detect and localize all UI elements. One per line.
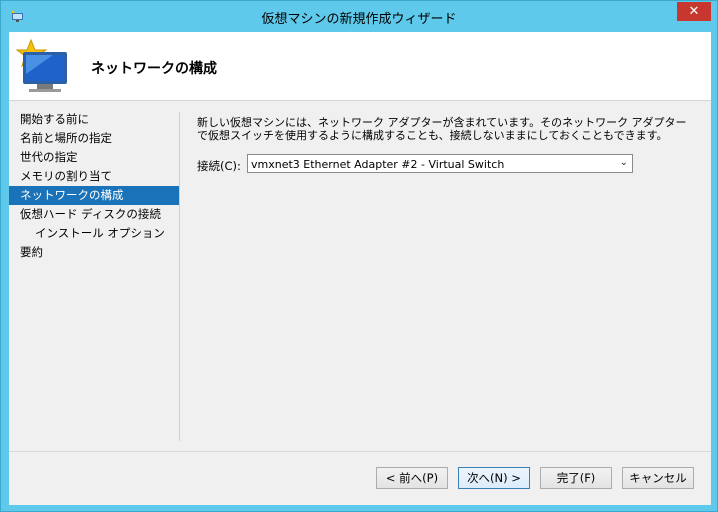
page-title: ネットワークの構成 xyxy=(91,61,217,77)
new-vm-wizard-icon xyxy=(15,38,67,92)
wizard-header: ネットワークの構成 xyxy=(9,32,711,101)
nav-item-name-location[interactable]: 名前と場所の指定 xyxy=(9,129,179,148)
cancel-button[interactable]: キャンセル xyxy=(622,467,694,489)
connection-label: 接続(C): xyxy=(197,159,241,173)
wizard-nav: 開始する前に 名前と場所の指定 世代の指定 メモリの割り当て ネットワークの構成… xyxy=(9,110,179,440)
nav-divider xyxy=(179,112,180,441)
nav-item-virtual-disk[interactable]: 仮想ハード ディスクの接続 xyxy=(9,205,179,224)
finish-button[interactable]: 完了(F) xyxy=(540,467,612,489)
wizard-window: 仮想マシンの新規作成ウィザード ✕ ネットワークの構成 開始する前に 名前と場所… xyxy=(0,0,718,512)
connection-select-value: vmxnet3 Ethernet Adapter #2 - Virtual Sw… xyxy=(251,158,505,171)
next-button[interactable]: 次へ(N) > xyxy=(458,467,530,489)
wizard-client-area: ネットワークの構成 開始する前に 名前と場所の指定 世代の指定 メモリの割り当て… xyxy=(9,32,711,505)
close-icon: ✕ xyxy=(688,4,700,19)
footer-separator xyxy=(9,451,711,452)
description-text: 新しい仮想マシンには、ネットワーク アダプターが含まれています。そのネットワーク… xyxy=(197,116,687,142)
networking-content: 新しい仮想マシンには、ネットワーク アダプターが含まれています。そのネットワーク… xyxy=(197,116,697,173)
nav-item-memory[interactable]: メモリの割り当て xyxy=(9,167,179,186)
nav-item-generation[interactable]: 世代の指定 xyxy=(9,148,179,167)
nav-item-summary[interactable]: 要約 xyxy=(9,243,179,262)
title-bar[interactable]: 仮想マシンの新規作成ウィザード ✕ xyxy=(1,1,717,32)
nav-item-install-options[interactable]: インストール オプション xyxy=(9,224,179,243)
nav-item-before-you-begin[interactable]: 開始する前に xyxy=(9,110,179,129)
connection-select[interactable]: vmxnet3 Ethernet Adapter #2 - Virtual Sw… xyxy=(247,154,633,173)
nav-item-networking[interactable]: ネットワークの構成 xyxy=(9,186,179,205)
window-title: 仮想マシンの新規作成ウィザード xyxy=(261,12,457,27)
close-button[interactable]: ✕ xyxy=(677,2,711,21)
back-button[interactable]: < 前へ(P) xyxy=(376,467,448,489)
connection-row: 接続(C): vmxnet3 Ethernet Adapter #2 - Vir… xyxy=(197,154,697,176)
chevron-down-icon[interactable]: ⌄ xyxy=(620,157,628,168)
